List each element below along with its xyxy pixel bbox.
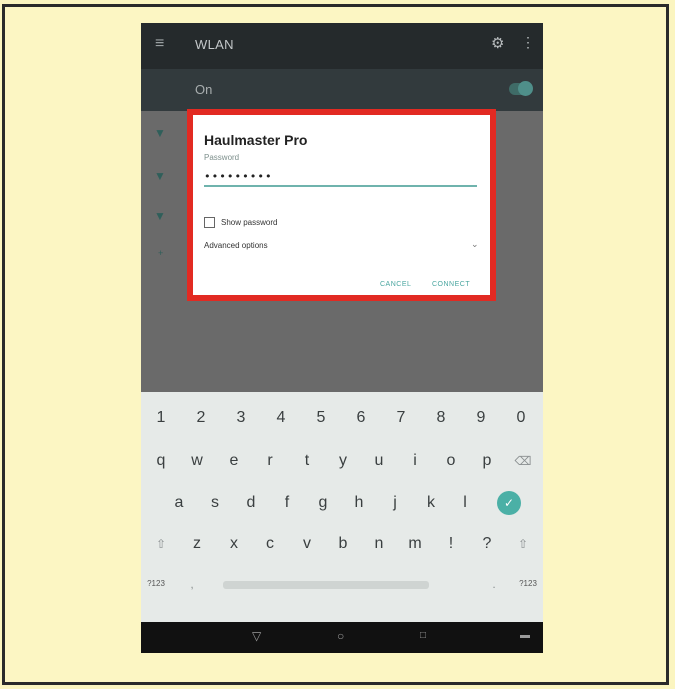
key[interactable]: b	[328, 526, 358, 562]
back-icon[interactable]: ▽	[252, 629, 261, 643]
advanced-options-label[interactable]: Advanced options	[204, 241, 268, 250]
keyboard-row-asdf: a s d f g h j k l ✓	[141, 485, 543, 521]
key[interactable]: u	[364, 443, 394, 479]
key[interactable]: 2	[186, 400, 216, 436]
key[interactable]: y	[328, 443, 358, 479]
wlan-state-label: On	[195, 82, 213, 97]
key[interactable]: 5	[306, 400, 336, 436]
key[interactable]: t	[292, 443, 322, 479]
show-password-option[interactable]: Show password	[204, 217, 277, 228]
recents-icon[interactable]: □	[420, 630, 426, 641]
keyboard-row-bottom: ?123 , . ?123	[141, 566, 543, 602]
key[interactable]: 7	[386, 400, 416, 436]
key[interactable]: i	[400, 443, 430, 479]
dialog-title: Haulmaster Pro	[204, 132, 308, 148]
show-password-checkbox[interactable]	[204, 217, 215, 228]
key[interactable]: l	[450, 485, 480, 521]
key[interactable]: j	[380, 485, 410, 521]
enter-key-icon[interactable]: ✓	[497, 491, 521, 515]
menu-icon[interactable]: ≡	[155, 35, 164, 53]
key[interactable]: v	[292, 526, 322, 562]
symbols-key[interactable]: ?123	[141, 566, 171, 602]
backspace-icon[interactable]: ⌫	[508, 443, 538, 479]
key[interactable]: 6	[346, 400, 376, 436]
wifi-signal-icon[interactable]: ▼	[154, 126, 168, 140]
password-label: Password	[204, 153, 240, 162]
key[interactable]: r	[255, 443, 285, 479]
key[interactable]: g	[308, 485, 338, 521]
period-key[interactable]: .	[479, 566, 509, 602]
key[interactable]: w	[182, 443, 212, 479]
key[interactable]: d	[236, 485, 266, 521]
key[interactable]: x	[219, 526, 249, 562]
key[interactable]: m	[400, 526, 430, 562]
shift-icon[interactable]: ⇧	[146, 526, 176, 562]
comma-key[interactable]: ,	[177, 566, 207, 602]
show-password-label: Show password	[221, 218, 278, 227]
shift-icon[interactable]: ⇧	[508, 526, 538, 562]
key[interactable]: 4	[266, 400, 296, 436]
key[interactable]: h	[344, 485, 374, 521]
key[interactable]: e	[219, 443, 249, 479]
system-nav-bar: ▽ ○ □ ▬	[141, 622, 543, 653]
key[interactable]: s	[200, 485, 230, 521]
key[interactable]: ?	[472, 526, 502, 562]
key[interactable]: k	[416, 485, 446, 521]
key[interactable]: z	[182, 526, 212, 562]
wifi-signal-icon[interactable]: ▼	[154, 209, 168, 223]
android-screen: ≡ WLAN ⚙ ⋮ On ▼ ▼ ▼ + Haulmaster Pro Pas…	[141, 23, 543, 653]
space-bar[interactable]	[223, 581, 429, 589]
wlan-toggle-bar: On	[141, 69, 543, 111]
on-screen-keyboard: 1 2 3 4 5 6 7 8 9 0 q w e r t y u i o p …	[141, 392, 543, 622]
wlan-toggle-switch[interactable]	[509, 81, 533, 96]
keyboard-row-qwerty: q w e r t y u i o p ⌫	[141, 443, 543, 479]
chevron-down-icon[interactable]: ⌄	[471, 239, 479, 250]
add-network-icon[interactable]: +	[158, 248, 172, 258]
key[interactable]: o	[436, 443, 466, 479]
key[interactable]: 0	[506, 400, 536, 436]
key[interactable]: f	[272, 485, 302, 521]
key[interactable]: a	[164, 485, 194, 521]
key[interactable]: 8	[426, 400, 456, 436]
key[interactable]: p	[472, 443, 502, 479]
key[interactable]: 1	[146, 400, 176, 436]
keyboard-icon[interactable]: ▬	[520, 630, 530, 641]
key[interactable]: n	[364, 526, 394, 562]
page-title: WLAN	[195, 37, 234, 52]
key[interactable]: 3	[226, 400, 256, 436]
key[interactable]: c	[255, 526, 285, 562]
home-icon[interactable]: ○	[337, 629, 344, 643]
connect-button[interactable]: CONNECT	[432, 281, 470, 288]
password-input[interactable]	[204, 167, 477, 187]
cancel-button[interactable]: CANCEL	[380, 281, 411, 288]
app-bar: ≡ WLAN ⚙ ⋮	[141, 23, 543, 69]
symbols-key[interactable]: ?123	[513, 566, 543, 602]
more-options-icon[interactable]: ⋮	[521, 34, 535, 51]
key[interactable]: 9	[466, 400, 496, 436]
wifi-signal-icon[interactable]: ▼	[154, 169, 168, 183]
keyboard-row-numbers: 1 2 3 4 5 6 7 8 9 0	[141, 400, 543, 436]
keyboard-row-zxcv: ⇧ z x c v b n m ! ? ⇧	[141, 526, 543, 562]
settings-icon[interactable]: ⚙	[491, 34, 504, 52]
key[interactable]: q	[146, 443, 176, 479]
key[interactable]: !	[436, 526, 466, 562]
connect-dialog: Haulmaster Pro Password Show password Ad…	[187, 109, 496, 301]
